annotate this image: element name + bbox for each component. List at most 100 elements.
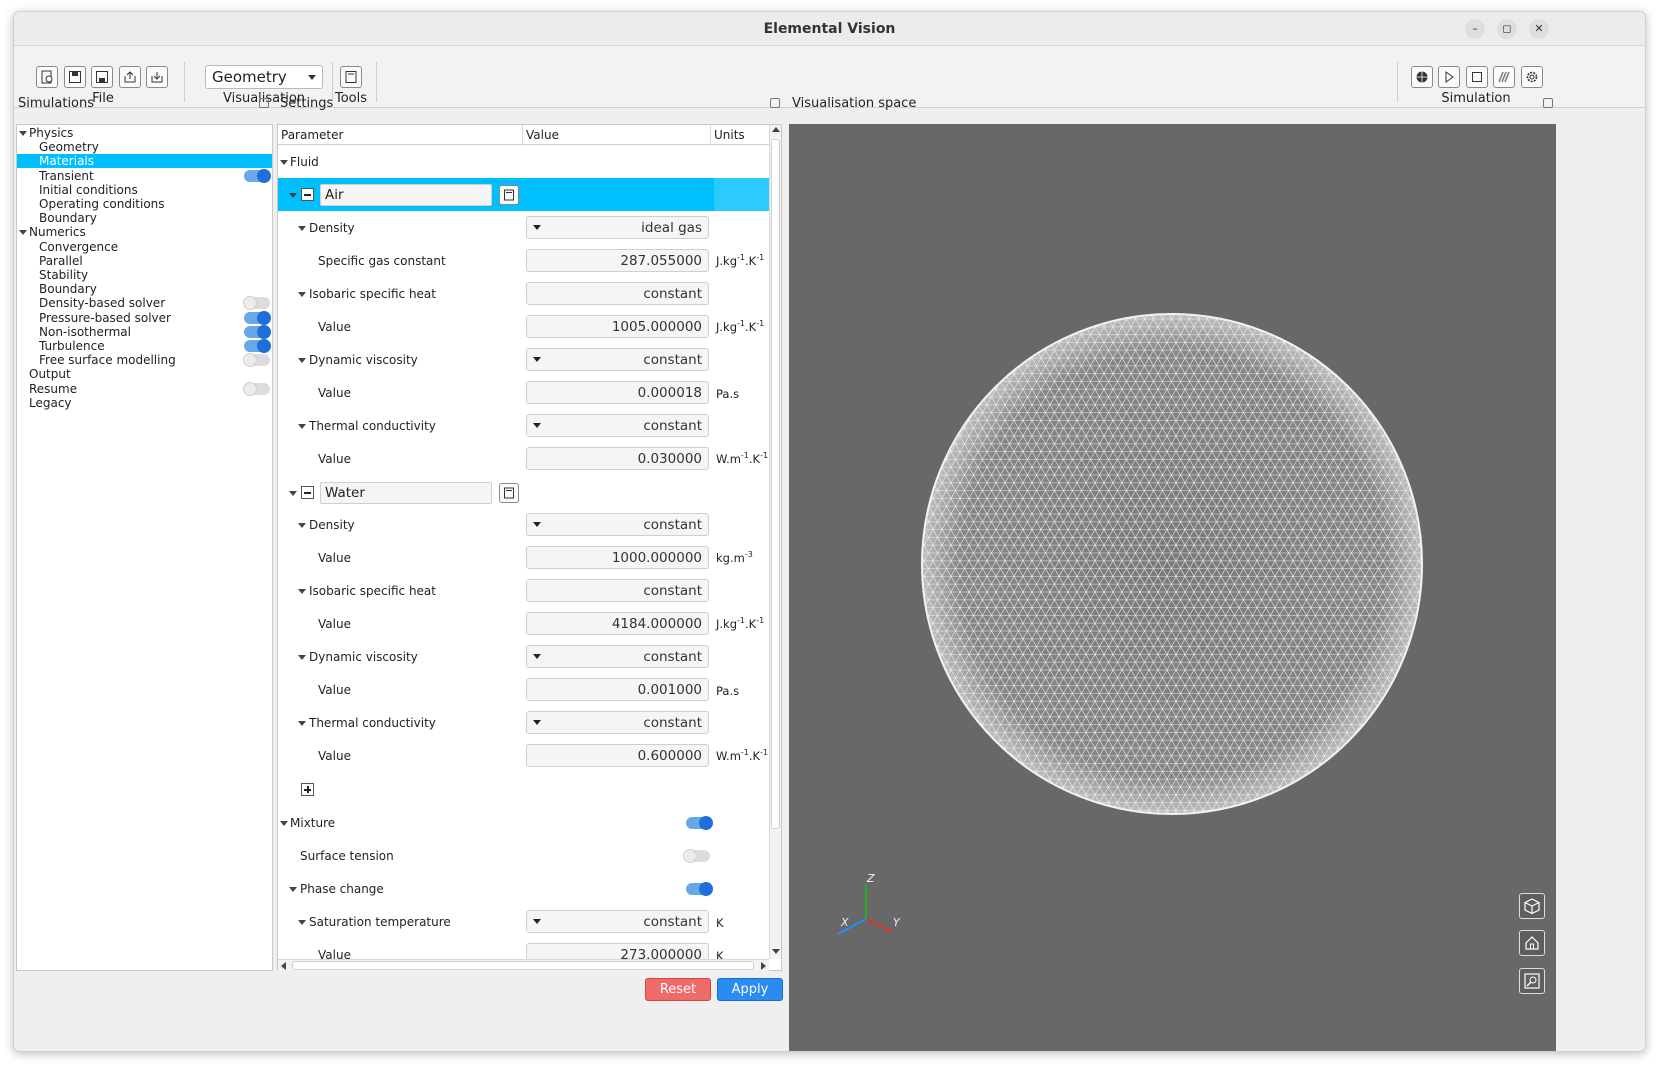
undock-icon[interactable] [770, 98, 780, 108]
sidebar-item-transient[interactable]: Transient [17, 168, 272, 183]
save-as-button[interactable] [91, 66, 113, 88]
settings-vertical-scrollbar[interactable] [769, 125, 781, 959]
material-name-field[interactable]: Air [320, 184, 492, 206]
sidebar-item-boundary[interactable]: Boundary [17, 282, 272, 296]
minimize-button[interactable]: – [1465, 19, 1485, 39]
water-viscosity-value-input[interactable]: 0.001000 [526, 678, 709, 701]
expand-arrow-icon[interactable] [289, 887, 297, 892]
air-heat-select[interactable]: constant [526, 282, 709, 305]
column-header-value[interactable]: Value [523, 125, 711, 145]
save-button[interactable] [64, 66, 86, 88]
expand-arrow-icon[interactable] [289, 491, 297, 496]
reset-button[interactable]: Reset [645, 978, 711, 1001]
remove-material-button[interactable] [301, 188, 314, 201]
stop-simulation-button[interactable] [1466, 66, 1488, 88]
sidebar-item-output[interactable]: Output [17, 367, 272, 381]
expand-arrow-icon[interactable] [298, 358, 306, 363]
sidebar-item-boundary[interactable]: Boundary [17, 211, 272, 225]
sidebar-item-stability[interactable]: Stability [17, 268, 272, 282]
monitor-button[interactable] [1493, 66, 1515, 88]
remove-material-button[interactable] [301, 486, 314, 499]
scroll-left-icon[interactable] [281, 962, 286, 970]
sidebar-toggle[interactable] [243, 353, 270, 368]
maximize-button[interactable]: ◻ [1497, 19, 1517, 39]
sidebar-toggle[interactable] [244, 168, 271, 183]
expand-arrow-icon[interactable] [298, 589, 306, 594]
close-button[interactable]: ✕ [1529, 19, 1549, 39]
sidebar-toggle[interactable] [243, 381, 270, 396]
sidebar-item-resume[interactable]: Resume [17, 381, 272, 396]
mesh-button[interactable] [1411, 66, 1433, 88]
mixture-toggle[interactable] [686, 816, 713, 830]
visualisation-select[interactable]: Geometry [205, 65, 323, 89]
expand-arrow-icon[interactable] [289, 193, 297, 198]
scroll-right-icon[interactable] [761, 962, 766, 970]
material-library-button[interactable] [499, 483, 519, 503]
sidebar-item-turbulence[interactable]: Turbulence [17, 339, 272, 353]
scrollbar-thumb[interactable] [771, 139, 780, 829]
sidebar-item-pressure-based-solver[interactable]: Pressure-based solver [17, 310, 272, 325]
water-heat-value-input[interactable]: 4184.000000 [526, 612, 709, 635]
expand-arrow-icon[interactable] [298, 424, 306, 429]
sidebar-toggle[interactable] [244, 310, 271, 325]
expand-arrow-icon[interactable] [298, 721, 306, 726]
air-heat-value-input[interactable]: 1005.000000 [526, 315, 709, 338]
air-gas-constant-input[interactable]: 287.055000 [526, 249, 709, 272]
expand-arrow-icon[interactable] [298, 226, 306, 231]
sidebar-toggle[interactable] [243, 296, 270, 311]
sidebar-item-physics[interactable]: Physics [17, 126, 272, 140]
material-library-button[interactable] [499, 185, 519, 205]
view-3d-button[interactable] [1519, 893, 1545, 919]
home-view-button[interactable] [1519, 930, 1545, 956]
surface-tension-toggle[interactable] [683, 849, 710, 863]
sidebar-item-legacy[interactable]: Legacy [17, 396, 272, 410]
new-file-button[interactable] [36, 66, 58, 88]
settings-horizontal-scrollbar[interactable] [278, 959, 769, 971]
water-conductivity-value-input[interactable]: 0.600000 [526, 744, 709, 767]
apply-button[interactable]: Apply [717, 978, 783, 1001]
sidebar-item-parallel[interactable]: Parallel [17, 254, 272, 268]
undock-icon[interactable] [1543, 98, 1553, 108]
water-conductivity-select[interactable]: constant [526, 711, 709, 734]
zoom-fit-button[interactable] [1519, 968, 1545, 994]
visualisation-viewport[interactable]: Z Y X [789, 124, 1556, 1051]
sidebar-item-materials[interactable]: Materials [17, 154, 272, 169]
air-conductivity-select[interactable]: constant [526, 414, 709, 437]
sidebar-toggle[interactable] [244, 324, 271, 339]
column-header-units[interactable]: Units [711, 125, 769, 145]
water-density-value-input[interactable]: 1000.000000 [526, 546, 709, 569]
expand-arrow-icon[interactable] [298, 292, 306, 297]
tools-button[interactable] [340, 66, 362, 88]
expand-arrow-icon[interactable] [280, 821, 288, 826]
air-density-select[interactable]: ideal gas [526, 216, 709, 239]
air-viscosity-value-input[interactable]: 0.000018 [526, 381, 709, 404]
sidebar-item-convergence[interactable]: Convergence [17, 240, 272, 254]
sidebar-item-density-based-solver[interactable]: Density-based solver [17, 296, 272, 311]
undock-icon[interactable] [259, 98, 269, 108]
add-material-button[interactable] [301, 783, 314, 796]
water-viscosity-select[interactable]: constant [526, 645, 709, 668]
saturation-temperature-select[interactable]: constant [526, 910, 709, 933]
column-header-parameter[interactable]: Parameter [278, 125, 523, 145]
sidebar-item-non-isothermal[interactable]: Non-isothermal [17, 324, 272, 339]
scroll-up-icon[interactable] [772, 127, 780, 132]
sidebar-item-free-surface-modelling[interactable]: Free surface modelling [17, 353, 272, 368]
water-heat-select[interactable]: constant [526, 579, 709, 602]
expand-arrow-icon[interactable] [298, 523, 306, 528]
expand-arrow-icon[interactable] [298, 920, 306, 925]
sidebar-item-geometry[interactable]: Geometry [17, 140, 272, 154]
run-simulation-button[interactable] [1438, 66, 1460, 88]
sidebar-toggle[interactable] [244, 339, 271, 353]
scrollbar-thumb[interactable] [292, 961, 754, 970]
export-button[interactable] [146, 66, 168, 88]
sidebar-item-operating-conditions[interactable]: Operating conditions [17, 197, 272, 211]
expand-arrow-icon[interactable] [298, 655, 306, 660]
air-conductivity-value-input[interactable]: 0.030000 [526, 447, 709, 470]
sidebar-item-numerics[interactable]: Numerics [17, 225, 272, 239]
expand-arrow-icon[interactable] [19, 131, 27, 136]
air-viscosity-select[interactable]: constant [526, 348, 709, 371]
settings-button[interactable] [1521, 66, 1543, 88]
material-name-field[interactable]: Water [320, 482, 492, 504]
expand-arrow-icon[interactable] [280, 160, 288, 165]
import-button[interactable] [119, 66, 141, 88]
